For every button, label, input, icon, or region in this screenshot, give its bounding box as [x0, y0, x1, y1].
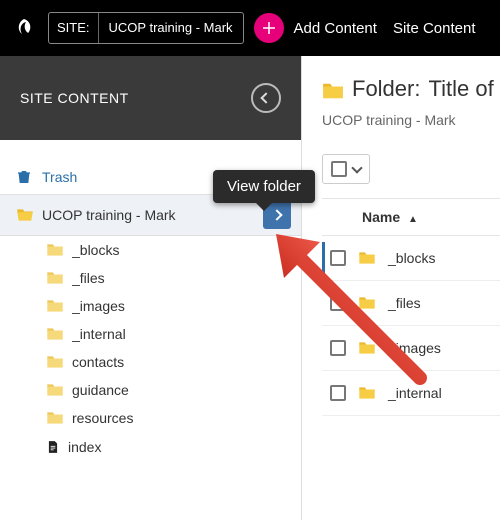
row-name: _blocks: [388, 250, 435, 266]
folder-icon: [46, 383, 64, 397]
site-content-link[interactable]: Site Content: [393, 20, 476, 37]
tree-node-label: _files: [72, 270, 291, 286]
folder-icon: [46, 271, 64, 285]
tree-node[interactable]: guidance: [0, 376, 301, 404]
page-title-prefix: Folder:: [352, 76, 420, 102]
tree-node[interactable]: index: [0, 432, 301, 462]
row-checkbox[interactable]: [330, 250, 346, 266]
tree-node-label: contacts: [72, 354, 291, 370]
tree-node-label: _blocks: [72, 242, 291, 258]
tree-node[interactable]: _files: [0, 264, 301, 292]
row-checkbox[interactable]: [330, 340, 346, 356]
file-icon: [46, 438, 60, 456]
select-all-toggle[interactable]: [322, 154, 370, 184]
folder-icon: [358, 341, 376, 355]
folder-icon: [358, 251, 376, 265]
tree-node[interactable]: _internal: [0, 320, 301, 348]
top-bar: SITE: UCOP training - Mark Add Content S…: [0, 0, 500, 56]
folder-icon: [358, 386, 376, 400]
tree-node[interactable]: resources: [0, 404, 301, 432]
row-name: _images: [388, 340, 441, 356]
site-selector-value: UCOP training - Mark: [99, 12, 243, 44]
folder-icon: [358, 296, 376, 310]
view-folder-tooltip: View folder: [213, 170, 315, 203]
column-header-name-label: Name: [362, 209, 400, 225]
trash-label: Trash: [42, 169, 77, 185]
site-selector-label: SITE:: [49, 12, 99, 44]
tree-node[interactable]: _images: [0, 292, 301, 320]
main-panel: Folder: Title of site UCOP training - Ma…: [302, 56, 500, 520]
row-checkbox[interactable]: [330, 385, 346, 401]
chevron-down-icon: [351, 162, 362, 173]
collapse-sidebar-button[interactable]: [251, 83, 281, 113]
table-row[interactable]: _files: [322, 281, 500, 326]
tree-root-label: UCOP training - Mark: [42, 207, 255, 223]
table-row[interactable]: _internal: [322, 371, 500, 416]
table-row[interactable]: _images: [322, 326, 500, 371]
table-toolbar: [322, 154, 500, 184]
column-header-name[interactable]: Name ▲: [362, 209, 418, 225]
tree-node-label: guidance: [72, 382, 291, 398]
tree-node-label: _images: [72, 298, 291, 314]
sort-asc-icon: ▲: [408, 214, 418, 225]
tree-node[interactable]: _blocks: [0, 236, 301, 264]
folder-icon: [46, 327, 64, 341]
trash-icon: [16, 168, 32, 186]
tree-node-label: index: [68, 439, 291, 455]
folder-icon: [46, 411, 64, 425]
tree-node[interactable]: contacts: [0, 348, 301, 376]
table-row[interactable]: _blocks: [322, 236, 500, 281]
folder-open-icon: [16, 208, 34, 222]
folder-icon: [46, 355, 64, 369]
add-content-link[interactable]: Add Content: [294, 20, 377, 37]
tree-node-label: _internal: [72, 326, 291, 342]
row-name: _files: [388, 295, 421, 311]
add-content-button-icon[interactable]: [254, 13, 284, 43]
page-title-name: Title of site: [428, 76, 500, 102]
sidebar-title: SITE CONTENT: [20, 90, 129, 106]
folder-icon: [46, 299, 64, 313]
app-logo-icon: [10, 14, 38, 42]
folder-icon: [322, 80, 344, 98]
sidebar: SITE CONTENT Trash UCOP training - Mark: [0, 56, 302, 520]
tree-node-label: resources: [72, 410, 291, 426]
page-title: Folder: Title of site: [322, 76, 500, 102]
site-selector[interactable]: SITE: UCOP training - Mark: [48, 12, 244, 44]
folder-icon: [46, 243, 64, 257]
sidebar-header: SITE CONTENT: [0, 56, 301, 140]
breadcrumb[interactable]: UCOP training - Mark: [322, 112, 500, 128]
row-checkbox[interactable]: [330, 295, 346, 311]
chevron-left-icon: [260, 92, 271, 103]
table-header: Name ▲: [322, 198, 500, 236]
checkbox-icon: [331, 161, 347, 177]
chevron-right-icon: [271, 209, 282, 220]
row-name: _internal: [388, 385, 442, 401]
